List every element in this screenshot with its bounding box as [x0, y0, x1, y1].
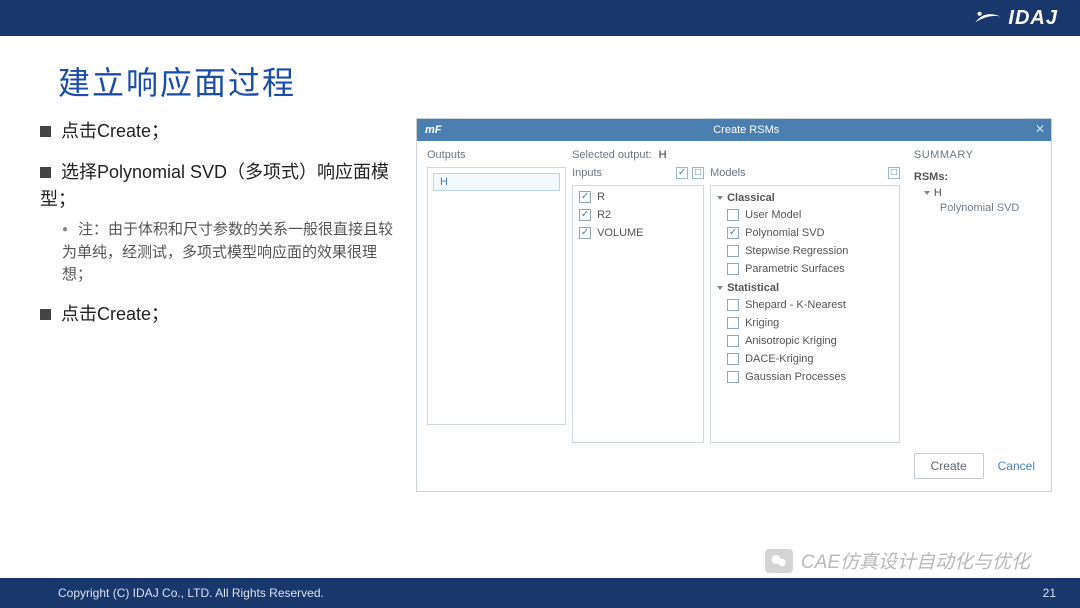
- inputs-listbox[interactable]: R R2 VOLUME: [572, 185, 704, 443]
- model-checkbox-row[interactable]: Stepwise Regression: [713, 242, 897, 260]
- bullet-note-text: 注：由于体积和尺寸参数的关系一般很直接且较为单纯，经测试，多项式模型响应面的效果…: [62, 221, 393, 283]
- create-button[interactable]: Create: [914, 453, 984, 479]
- bullet-item: 点击Create；: [40, 118, 398, 145]
- app-icon: mF: [417, 124, 442, 136]
- bullet-note: 注：由于体积和尺寸参数的关系一般很直接且较为单纯，经测试，多项式模型响应面的效果…: [62, 219, 398, 287]
- checkbox-icon[interactable]: [579, 227, 591, 239]
- checkbox-icon[interactable]: [727, 263, 739, 275]
- inputs-header: Inputs ✓ □: [572, 167, 704, 179]
- model-checkbox-row[interactable]: Shepard - K-Nearest: [713, 296, 897, 314]
- input-name: R2: [597, 209, 611, 221]
- bullet-text: 选择Polynomial SVD（多项式）响应面模型；: [40, 162, 389, 209]
- model-name: User Model: [745, 209, 801, 221]
- input-name: VOLUME: [597, 227, 643, 239]
- outputs-listbox[interactable]: H: [427, 167, 566, 425]
- top-bar: IDAJ: [0, 0, 1080, 36]
- checkbox-icon[interactable]: [727, 209, 739, 221]
- summary-column: SUMMARY RSMs: H Polynomial SVD: [906, 149, 1045, 443]
- model-name: Shepard - K-Nearest: [745, 299, 846, 311]
- dialog-body: Outputs H Selected output: H Inputs: [417, 141, 1051, 443]
- model-name: Stepwise Regression: [745, 245, 848, 257]
- footer-bar: Copyright (C) IDAJ Co., LTD. All Rights …: [0, 578, 1080, 608]
- summary-header: SUMMARY: [914, 149, 1045, 161]
- summary-tree: H Polynomial SVD: [914, 187, 1045, 214]
- input-checkbox-row[interactable]: R2: [575, 206, 701, 224]
- models-header: Models □: [710, 167, 900, 179]
- outputs-column: Outputs H: [427, 149, 566, 443]
- checkbox-icon[interactable]: [579, 191, 591, 203]
- outputs-label: Outputs: [427, 149, 466, 161]
- checkbox-icon[interactable]: [727, 353, 739, 365]
- input-checkbox-row[interactable]: VOLUME: [575, 224, 701, 242]
- page-number: 21: [1043, 586, 1056, 600]
- checkbox-icon[interactable]: [727, 299, 739, 311]
- checkbox-icon[interactable]: [727, 245, 739, 257]
- close-icon[interactable]: ✕: [1035, 122, 1045, 136]
- model-name: Anisotropic Kriging: [745, 335, 837, 347]
- wechat-icon: [765, 549, 793, 573]
- inputs-label: Inputs: [572, 167, 602, 179]
- model-name: Kriging: [745, 317, 779, 329]
- checkbox-icon[interactable]: [727, 371, 739, 383]
- models-label: Models: [710, 167, 745, 179]
- summary-item[interactable]: H: [914, 187, 1045, 199]
- center-column: Selected output: H Inputs ✓ □: [572, 149, 900, 443]
- checkbox-icon[interactable]: [579, 209, 591, 221]
- copyright-text: Copyright (C) IDAJ Co., LTD. All Rights …: [58, 586, 324, 600]
- model-checkbox-row[interactable]: Kriging: [713, 314, 897, 332]
- models-column: Models □ Classical User Model Polynomial S…: [710, 167, 900, 443]
- create-rsms-dialog: mF Create RSMs ✕ Outputs H Selected outp…: [416, 118, 1052, 492]
- resize-handle-icon[interactable]: [703, 186, 704, 442]
- dialog-titlebar[interactable]: mF Create RSMs ✕: [417, 119, 1051, 141]
- selected-output-label: Selected output:: [572, 149, 652, 161]
- uncheck-all-icon[interactable]: □: [888, 167, 900, 179]
- brand-swoosh-icon: [974, 8, 1002, 28]
- bullet-item: 点击Create；: [40, 301, 398, 328]
- model-name: Gaussian Processes: [745, 371, 846, 383]
- output-item[interactable]: H: [433, 173, 560, 191]
- model-checkbox-row[interactable]: Gaussian Processes: [713, 368, 897, 386]
- brand-logo: IDAJ: [974, 7, 1058, 30]
- model-checkbox-row[interactable]: Polynomial SVD: [713, 224, 897, 242]
- checkbox-icon[interactable]: [727, 227, 739, 239]
- bullet-item: 选择Polynomial SVD（多项式）响应面模型；: [40, 159, 398, 213]
- uncheck-all-icon[interactable]: □: [692, 167, 704, 179]
- input-checkbox-row[interactable]: R: [575, 188, 701, 206]
- wechat-text: CAE仿真设计自动化与优化: [801, 547, 1030, 574]
- checkbox-icon[interactable]: [727, 335, 739, 347]
- input-name: R: [597, 191, 605, 203]
- models-listbox[interactable]: Classical User Model Polynomial SVD Stepwis…: [710, 185, 900, 443]
- model-name: Polynomial SVD: [745, 227, 824, 239]
- wechat-watermark: CAE仿真设计自动化与优化: [765, 547, 1030, 574]
- checkbox-icon[interactable]: [727, 317, 739, 329]
- summary-sub-item: Polynomial SVD: [914, 202, 1045, 214]
- model-checkbox-row[interactable]: DACE-Kriging: [713, 350, 897, 368]
- content-area: 点击Create； 选择Polynomial SVD（多项式）响应面模型； 注：…: [0, 118, 1080, 492]
- resize-handle-icon[interactable]: [565, 168, 566, 424]
- model-group-header[interactable]: Classical: [713, 188, 897, 206]
- cancel-button[interactable]: Cancel: [994, 453, 1039, 479]
- model-checkbox-row[interactable]: Parametric Surfaces: [713, 260, 897, 278]
- dialog-title: Create RSMs: [442, 124, 1052, 136]
- brand-text: IDAJ: [1008, 7, 1058, 30]
- summary-rsms-label: RSMs:: [914, 171, 1045, 183]
- check-all-icon[interactable]: ✓: [676, 167, 688, 179]
- slide-title: 建立响应面过程: [0, 36, 1080, 118]
- model-group-header[interactable]: Statistical: [713, 278, 897, 296]
- model-checkbox-row[interactable]: User Model: [713, 206, 897, 224]
- bullet-text: 点击Create；: [61, 304, 169, 324]
- model-name: DACE-Kriging: [745, 353, 813, 365]
- inputs-column: Inputs ✓ □ R R2 VOLUME: [572, 167, 704, 443]
- dialog-footer: Create Cancel: [417, 443, 1051, 491]
- selected-output-value: H: [659, 149, 667, 161]
- outputs-header: Outputs: [427, 149, 566, 161]
- selected-output-row: Selected output: H: [572, 149, 900, 161]
- bullet-text: 点击Create；: [61, 121, 169, 141]
- instructions-panel: 点击Create； 选择Polynomial SVD（多项式）响应面模型； 注：…: [40, 118, 398, 492]
- model-name: Parametric Surfaces: [745, 263, 845, 275]
- model-checkbox-row[interactable]: Anisotropic Kriging: [713, 332, 897, 350]
